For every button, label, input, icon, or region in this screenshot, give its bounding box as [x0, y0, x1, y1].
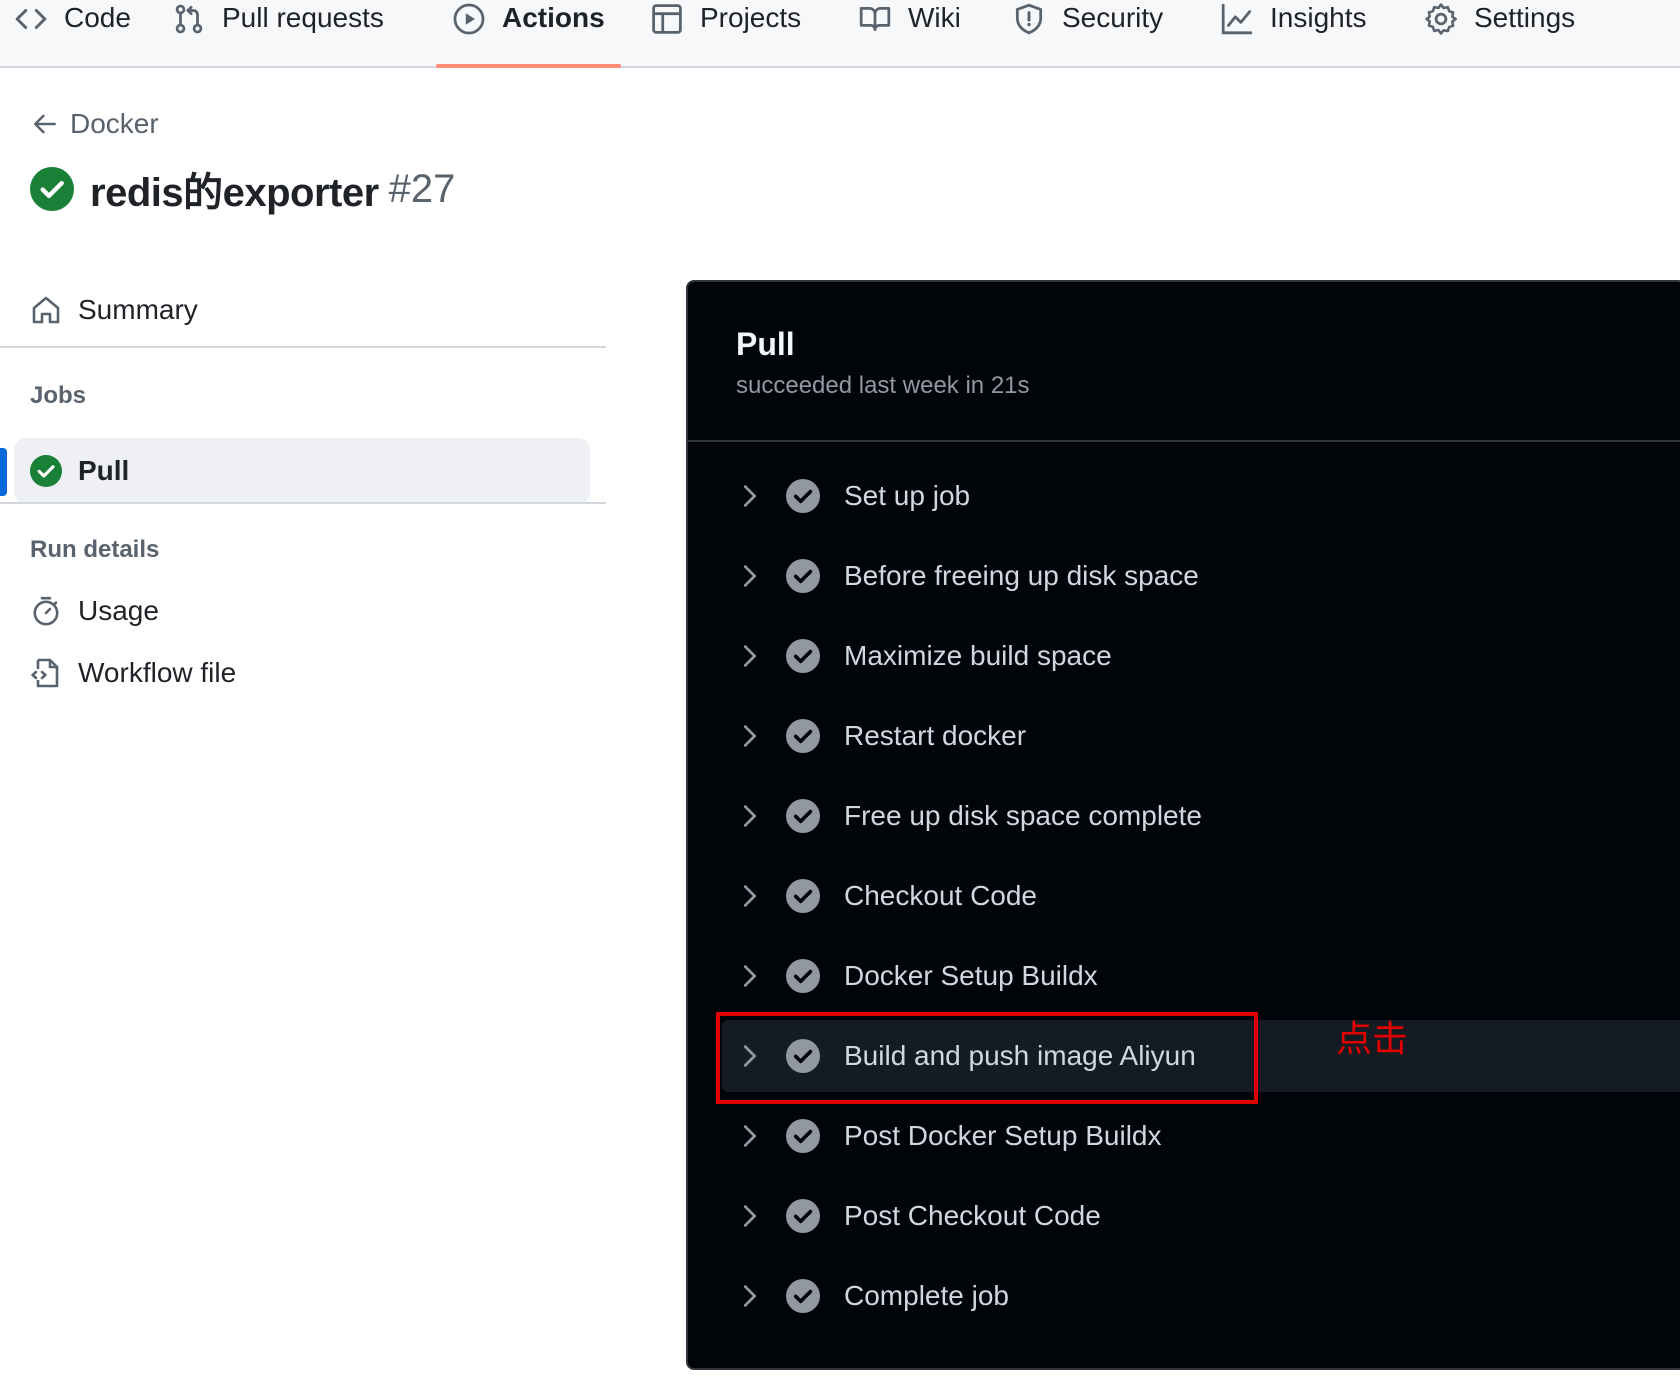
step-label: Checkout Code [844, 880, 1038, 911]
step-label: Set up job [844, 480, 971, 511]
tab-label: Pull requests [222, 2, 384, 33]
jobs-heading: Jobs [30, 382, 87, 409]
step-row[interactable]: Post Checkout Code [722, 1180, 1680, 1252]
step-label: Complete job [844, 1280, 1009, 1311]
shield-icon [1012, 2, 1046, 36]
tab-label: Insights [1270, 2, 1367, 33]
step-success-icon [786, 479, 820, 513]
step-success-icon [786, 799, 820, 833]
step-row[interactable]: Set up job [722, 460, 1680, 532]
tab-wiki[interactable]: Wiki [858, 0, 961, 66]
sidebar-divider [0, 502, 606, 504]
chevron-right-icon [743, 1285, 757, 1307]
tab-label: Security [1062, 2, 1164, 33]
run-details-heading: Run details [30, 536, 160, 563]
step-label: Before freeing up disk space [844, 560, 1199, 591]
sidebar-item-label: Pull [78, 455, 130, 486]
code-icon [14, 2, 48, 36]
tab-security[interactable]: Security [1012, 0, 1163, 66]
job-title: Pull [736, 326, 795, 362]
sidebar-item-workflow-file[interactable]: Workflow file [30, 657, 236, 689]
tab-label: Settings [1474, 2, 1576, 33]
step-label: Post Checkout Code [844, 1200, 1101, 1231]
chevron-right-icon [743, 645, 757, 667]
home-icon [32, 296, 60, 324]
tab-label: Projects [700, 2, 802, 33]
step-success-icon [786, 1199, 820, 1233]
gear-icon [1424, 2, 1458, 36]
step-label: Free up disk space complete [844, 800, 1202, 831]
step-row[interactable]: Free up disk space complete [722, 780, 1680, 852]
tab-insights[interactable]: Insights [1220, 0, 1367, 66]
job-log-panel: Pull succeeded last week in 21s Set up j… [686, 280, 1680, 1370]
step-success-icon [786, 639, 820, 673]
sidebar-item-job-pull[interactable]: Pull [14, 438, 590, 504]
arrow-left-icon [34, 114, 56, 134]
chevron-right-icon [743, 565, 757, 587]
active-indicator [0, 448, 7, 496]
run-name: redis的exporter [90, 171, 379, 215]
chevron-right-icon [743, 1205, 757, 1227]
step-row[interactable]: Maximize build space [722, 620, 1680, 692]
step-row[interactable]: Before freeing up disk space [722, 540, 1680, 612]
sidebar-item-label: Usage [78, 595, 159, 626]
step-success-icon [786, 719, 820, 753]
step-label: Docker Setup Buildx [844, 960, 1098, 991]
tab-pull-requests[interactable]: Pull requests [172, 0, 384, 66]
step-row[interactable]: Post Docker Setup Buildx [722, 1100, 1680, 1172]
page-title: redis的exporter #27 [30, 160, 455, 218]
chevron-right-icon [743, 1125, 757, 1147]
step-label: Restart docker [844, 720, 1027, 751]
step-label: Post Docker Setup Buildx [844, 1120, 1162, 1151]
tab-code[interactable]: Code [14, 0, 131, 66]
annotation-label: 点击 [1336, 1019, 1409, 1060]
chevron-right-icon [743, 965, 757, 987]
table-icon [650, 2, 684, 36]
book-icon [858, 2, 892, 36]
sidebar-item-summary[interactable]: Summary [30, 294, 198, 326]
panel-divider [688, 440, 1680, 442]
chevron-right-icon [743, 805, 757, 827]
sidebar-divider [0, 346, 606, 348]
play-icon [452, 2, 486, 36]
tab-label: Code [64, 2, 131, 33]
step-success-icon [786, 879, 820, 913]
sidebar-item-label: Summary [78, 294, 198, 325]
step-success-icon [786, 559, 820, 593]
graph-icon [1220, 2, 1254, 36]
annotation-highlight-box [716, 1012, 1258, 1104]
sidebar-item-usage[interactable]: Usage [30, 595, 159, 627]
tab-projects[interactable]: Projects [650, 0, 801, 66]
step-row[interactable]: Complete job [722, 1260, 1680, 1332]
step-success-icon [786, 959, 820, 993]
pull-request-icon [172, 2, 206, 36]
step-row[interactable]: Docker Setup Buildx [722, 940, 1680, 1012]
tab-label: Actions [502, 2, 605, 33]
success-check-icon [30, 455, 62, 487]
success-check-icon [30, 167, 74, 211]
run-number: #27 [388, 166, 456, 211]
repo-nav: Code Pull requests Actions Projects Wiki… [0, 0, 1680, 68]
step-row[interactable]: Checkout Code [722, 860, 1680, 932]
step-label: Maximize build space [844, 640, 1112, 671]
stopwatch-icon [33, 596, 59, 626]
back-label: Docker [70, 108, 159, 139]
tab-actions[interactable]: Actions [436, 0, 621, 68]
tab-label: Wiki [908, 2, 961, 33]
sidebar-item-label: Workflow file [78, 657, 237, 688]
back-link[interactable]: Docker [32, 108, 159, 140]
chevron-right-icon [743, 485, 757, 507]
tab-settings[interactable]: Settings [1424, 0, 1575, 66]
step-success-icon [786, 1119, 820, 1153]
file-code-icon [31, 658, 59, 688]
chevron-right-icon [743, 725, 757, 747]
chevron-right-icon [743, 885, 757, 907]
job-status-text: succeeded last week in 21s [736, 372, 1030, 399]
step-row[interactable]: Restart docker [722, 700, 1680, 772]
step-success-icon [786, 1279, 820, 1313]
